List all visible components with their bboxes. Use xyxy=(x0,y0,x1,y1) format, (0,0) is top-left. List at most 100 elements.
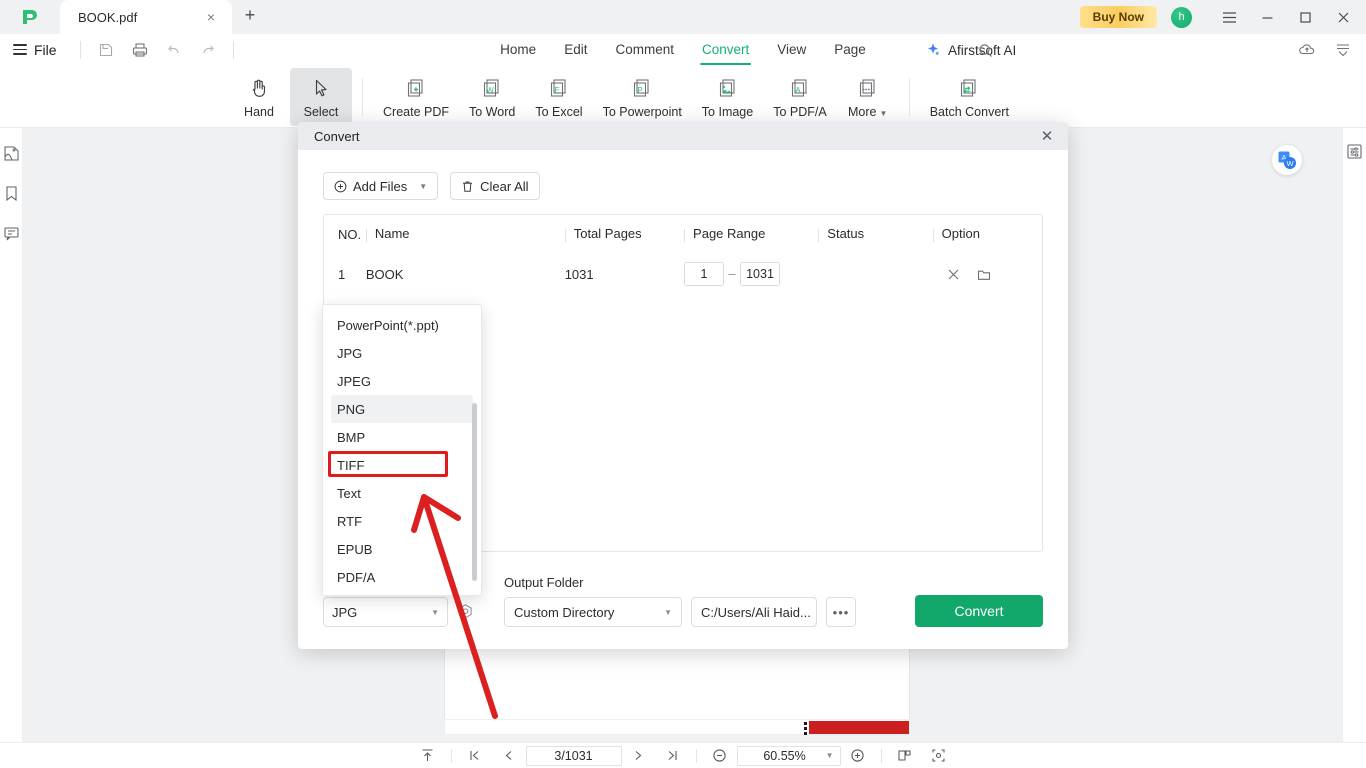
dialog-close-icon[interactable]: ✕ xyxy=(1036,125,1058,147)
format-option-text[interactable]: Text xyxy=(323,479,481,507)
directory-mode-select[interactable]: Custom Directory ▼ xyxy=(504,597,682,627)
page-range-to-input[interactable]: 1031 xyxy=(740,262,781,286)
format-option-jpg[interactable]: JPG xyxy=(323,339,481,367)
tab-title: BOOK.pdf xyxy=(78,9,138,25)
document-tab[interactable]: BOOK.pdf × xyxy=(60,0,232,34)
cell-page-range: 1–1031 xyxy=(684,262,818,286)
output-folder-label: Output Folder xyxy=(504,575,584,590)
ribbon-select-tool[interactable]: Select xyxy=(290,67,352,126)
output-format-select[interactable]: JPG ▼ xyxy=(323,597,448,627)
format-option-png[interactable]: PNG xyxy=(331,395,473,423)
menu-tab-page[interactable]: Page xyxy=(834,34,866,66)
output-path-field[interactable]: C:/Users/Ali Haid... xyxy=(691,597,817,627)
browse-folder-button[interactable]: ••• xyxy=(826,597,856,627)
file-menu-button[interactable]: File xyxy=(0,41,72,58)
next-page-icon[interactable] xyxy=(622,744,656,768)
format-option-bmp[interactable]: BMP xyxy=(323,423,481,451)
table-row[interactable]: 1 BOOK 1031 1–1031 xyxy=(324,253,1042,295)
previous-page-icon[interactable] xyxy=(492,744,526,768)
divider xyxy=(695,748,697,763)
cell-name: BOOK xyxy=(365,266,404,282)
comment-icon[interactable] xyxy=(2,224,20,242)
dropdown-scrollbar[interactable] xyxy=(472,403,477,581)
collapse-ribbon-icon[interactable] xyxy=(1326,37,1360,63)
undo-icon[interactable] xyxy=(157,37,191,63)
scroll-to-top-icon[interactable] xyxy=(411,744,445,768)
menu-tab-comment[interactable]: Comment xyxy=(615,34,674,66)
file-menu-icon xyxy=(13,41,27,58)
ribbon-to-powerpoint[interactable]: P To Powerpoint xyxy=(593,68,692,126)
title-bar: BOOK.pdf × + Buy Now h xyxy=(0,0,1366,34)
close-tab-icon[interactable]: × xyxy=(202,8,220,26)
trash-icon xyxy=(463,181,473,192)
ribbon-to-word[interactable]: W To Word xyxy=(459,68,525,126)
last-page-icon[interactable] xyxy=(656,744,690,768)
hand-icon xyxy=(248,75,270,101)
zoom-in-icon[interactable] xyxy=(841,744,875,768)
ribbon-more[interactable]: More ▼ xyxy=(837,68,899,126)
ribbon-hand-tool[interactable]: Hand xyxy=(228,68,290,126)
column-header-page-range: Page Range xyxy=(684,226,818,242)
ribbon-divider xyxy=(362,77,363,116)
column-header-no: NO. xyxy=(338,226,362,242)
page-number-input[interactable]: 3/1031 xyxy=(525,745,622,766)
column-header-status: Status xyxy=(818,226,932,242)
first-page-icon[interactable] xyxy=(458,744,492,768)
minimize-icon[interactable] xyxy=(1248,2,1286,32)
chevron-down-icon[interactable]: ▼ xyxy=(419,182,427,191)
divider xyxy=(450,748,452,763)
ribbon-batch-convert[interactable]: Batch Convert xyxy=(920,68,1019,126)
format-option-tiff[interactable]: TIFF xyxy=(323,451,481,479)
thumbnail-icon[interactable] xyxy=(2,144,20,162)
ribbon-to-pdfa[interactable]: A To PDF/A xyxy=(763,68,837,126)
ribbon-to-word-label: To Word xyxy=(469,104,516,119)
menu-tab-convert[interactable]: Convert xyxy=(699,34,752,66)
save-icon[interactable] xyxy=(89,37,123,63)
format-option-epub[interactable]: EPUB xyxy=(323,535,481,563)
format-option-jpeg[interactable]: JPEG xyxy=(323,367,481,395)
table-header-row: NO. Name Total Pages Page Range Status O… xyxy=(324,215,1042,253)
buy-now-button[interactable]: Buy Now xyxy=(1079,6,1157,28)
close-window-icon[interactable] xyxy=(1324,2,1362,32)
chevron-down-icon: ▼ xyxy=(825,751,834,760)
clear-all-button[interactable]: Clear All xyxy=(450,172,540,200)
add-files-button[interactable]: Add Files ▼ xyxy=(323,172,439,200)
ribbon-divider xyxy=(908,77,910,116)
ribbon-select-label: Select xyxy=(303,104,339,119)
remove-file-icon[interactable] xyxy=(943,263,965,285)
cloud-upload-icon[interactable] xyxy=(1290,37,1324,63)
print-icon[interactable] xyxy=(123,37,157,63)
redo-icon[interactable] xyxy=(191,37,225,63)
translate-to-word-badge[interactable]: AW xyxy=(1272,145,1302,175)
new-tab-icon[interactable]: + xyxy=(232,0,268,34)
page-marker-dots xyxy=(804,722,808,735)
convert-button[interactable]: Convert xyxy=(915,595,1043,627)
fit-width-icon[interactable] xyxy=(922,744,956,768)
ribbon-batch-convert-label: Batch Convert xyxy=(929,104,1009,119)
menu-tab-view[interactable]: View xyxy=(777,34,806,66)
ribbon-to-image[interactable]: To Image xyxy=(692,68,763,126)
output-settings-icon[interactable] xyxy=(452,599,478,625)
format-option-powerpoint[interactable]: PowerPoint(*.ppt) xyxy=(323,311,481,339)
zoom-level-select[interactable]: 60.55% ▼ xyxy=(736,745,841,766)
search-icon[interactable] xyxy=(970,35,1000,65)
open-folder-icon[interactable] xyxy=(973,263,995,285)
ribbon-to-excel[interactable]: E To Excel xyxy=(525,68,592,126)
app-logo-icon xyxy=(0,0,60,34)
maximize-icon[interactable] xyxy=(1286,2,1324,32)
properties-panel-icon[interactable] xyxy=(1346,142,1364,160)
fit-page-icon[interactable] xyxy=(888,744,922,768)
bookmark-icon[interactable] xyxy=(2,184,20,202)
avatar[interactable]: h xyxy=(1171,6,1192,28)
menu-tab-edit[interactable]: Edit xyxy=(564,34,587,66)
ribbon-create-pdf[interactable]: Create PDF xyxy=(373,68,459,126)
add-files-label: Add Files xyxy=(353,178,408,194)
page-range-from-input[interactable]: 1 xyxy=(684,262,725,286)
ribbon-to-pdfa-label: To PDF/A xyxy=(773,104,827,119)
format-option-rtf[interactable]: RTF xyxy=(323,507,481,535)
app-menu-icon[interactable] xyxy=(1210,2,1248,32)
convert-ribbon: Hand Select Create PDF W To Word E To Ex… xyxy=(0,66,1366,128)
format-option-pdfa[interactable]: PDF/A xyxy=(323,563,481,591)
menu-tab-home[interactable]: Home xyxy=(500,34,536,66)
zoom-out-icon[interactable] xyxy=(703,744,737,768)
